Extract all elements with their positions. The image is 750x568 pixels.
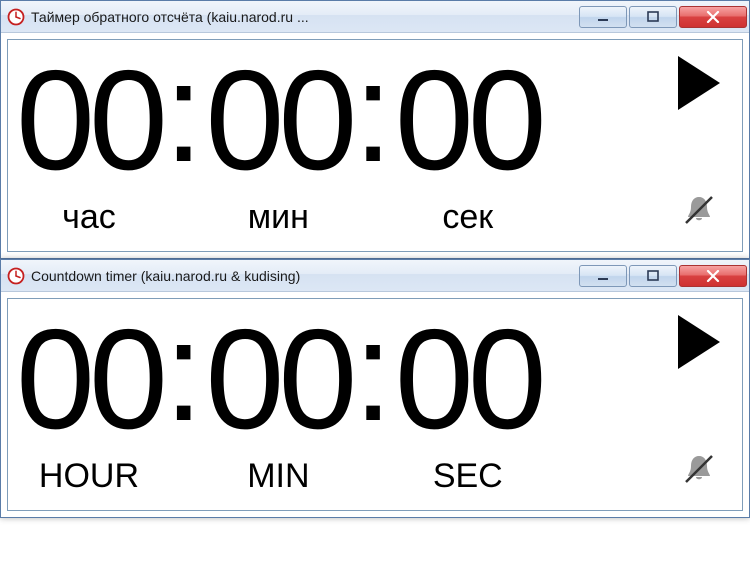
mute-bell-button[interactable] <box>680 450 718 493</box>
time-separator: : <box>162 301 205 443</box>
time-display: 00 час : 00 мин : 00 сек <box>16 50 654 237</box>
countdown-window-ru: Таймер обратного отсчёта (kaiu.narod.ru … <box>0 0 750 259</box>
minutes-label: MIN <box>247 457 309 496</box>
play-button[interactable] <box>674 313 724 376</box>
minutes-value[interactable]: 00 <box>205 50 351 192</box>
seconds-value[interactable]: 00 <box>395 50 541 192</box>
minutes-label: мин <box>248 198 309 237</box>
titlebar[interactable]: Countdown timer (kaiu.narod.ru & kudisin… <box>1 260 749 292</box>
window-controls <box>579 6 747 28</box>
time-separator: : <box>162 42 205 184</box>
hours-value[interactable]: 00 <box>16 309 162 451</box>
minutes-value[interactable]: 00 <box>205 309 351 451</box>
countdown-window-en: Countdown timer (kaiu.narod.ru & kudisin… <box>0 259 750 518</box>
seconds-value[interactable]: 00 <box>395 309 541 451</box>
window-title: Таймер обратного отсчёта (kaiu.narod.ru … <box>31 9 579 25</box>
minutes-group: 00 MIN <box>205 309 351 496</box>
maximize-button[interactable] <box>629 6 677 28</box>
seconds-label: SEC <box>433 457 503 496</box>
side-controls <box>674 313 734 493</box>
seconds-group: 00 сек <box>395 50 541 237</box>
seconds-group: 00 SEC <box>395 309 541 496</box>
window-title: Countdown timer (kaiu.narod.ru & kudisin… <box>31 268 579 284</box>
hours-label: час <box>62 198 116 237</box>
minutes-group: 00 мин <box>205 50 351 237</box>
hours-value[interactable]: 00 <box>16 50 162 192</box>
hours-group: 00 час <box>16 50 162 237</box>
minimize-button[interactable] <box>579 6 627 28</box>
hours-group: 00 HOUR <box>16 309 162 496</box>
play-button[interactable] <box>674 54 724 117</box>
window-controls <box>579 265 747 287</box>
time-separator: : <box>351 42 394 184</box>
time-display: 00 HOUR : 00 MIN : 00 SEC <box>16 309 654 496</box>
maximize-button[interactable] <box>629 265 677 287</box>
time-separator: : <box>351 301 394 443</box>
seconds-label: сек <box>442 198 493 237</box>
timer-panel: 00 HOUR : 00 MIN : 00 SEC <box>7 298 743 511</box>
app-icon <box>7 8 25 26</box>
titlebar[interactable]: Таймер обратного отсчёта (kaiu.narod.ru … <box>1 1 749 33</box>
mute-bell-button[interactable] <box>680 191 718 234</box>
hours-label: HOUR <box>39 457 139 496</box>
side-controls <box>674 54 734 234</box>
timer-panel: 00 час : 00 мин : 00 сек <box>7 39 743 252</box>
minimize-button[interactable] <box>579 265 627 287</box>
close-button[interactable] <box>679 265 747 287</box>
close-button[interactable] <box>679 6 747 28</box>
app-icon <box>7 267 25 285</box>
